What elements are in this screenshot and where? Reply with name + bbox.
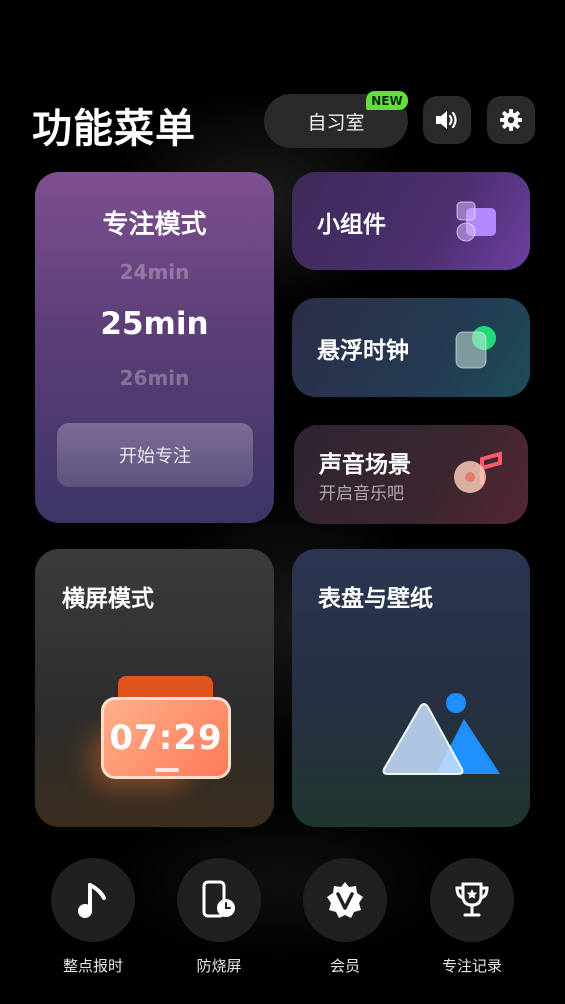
widgets-label: 小组件 [317,212,386,238]
time-option-prev[interactable]: 24min [35,260,274,284]
vip-badge-icon [327,882,363,918]
settings-button[interactable] [487,96,535,144]
focus-record-item[interactable]: 专注记录 [429,858,515,976]
member-item[interactable]: 会员 [302,858,388,976]
sound-scene-label: 声音场景 [319,452,411,478]
music-note-icon [454,451,502,493]
landscape-clock-face: 07:29 [101,697,231,779]
burn-in-item[interactable]: 防烧屏 [176,858,262,976]
focus-record-label: 专注记录 [441,957,502,975]
time-option-next[interactable]: 26min [35,366,274,390]
hourly-chime-button[interactable] [51,858,135,942]
page-title: 功能菜单 [32,106,196,152]
hourly-chime-item[interactable]: 整点报时 [50,858,136,976]
time-option-selected[interactable]: 25min [35,306,274,342]
member-button[interactable] [303,858,387,942]
sound-scene-subtitle: 开启音乐吧 [319,484,404,504]
landscape-mode-card[interactable]: 横屏模式 07:29 [35,549,274,827]
landscape-mode-label: 横屏模式 [62,586,154,612]
landscape-clock-bar [155,768,179,772]
study-room-label: 自习室 [307,111,365,134]
dial-wallpaper-card[interactable]: 表盘与壁纸 [292,549,530,827]
gear-icon [500,109,522,131]
trophy-icon [455,882,489,917]
floating-clock-icon [455,326,496,369]
phone-clock-icon [202,880,235,918]
focus-record-button[interactable] [430,858,514,942]
start-focus-label: 开始专注 [119,446,191,467]
focus-mode-title: 专注模式 [102,210,207,240]
floating-clock-card[interactable]: 悬浮时钟 [292,298,530,397]
new-badge: NEW [366,91,408,110]
image-icon [382,693,500,775]
hourly-chime-label: 整点报时 [62,957,123,975]
widget-icon [456,201,496,242]
start-focus-button[interactable]: 开始专注 [57,423,253,487]
widgets-card[interactable]: 小组件 [292,172,530,270]
landscape-clock-time: 07:29 [109,718,223,758]
speaker-icon [436,111,457,129]
floating-clock-label: 悬浮时钟 [317,338,409,364]
dial-wallpaper-label: 表盘与壁纸 [318,586,433,612]
member-label: 会员 [329,957,360,975]
burn-in-label: 防烧屏 [196,957,242,975]
focus-mode-card[interactable]: 专注模式 24min 25min 26min 开始专注 [35,172,274,523]
sound-scene-card[interactable]: 声音场景 开启音乐吧 [294,425,528,524]
sound-button[interactable] [423,96,471,144]
note-icon [78,883,106,918]
burn-in-button[interactable] [177,858,261,942]
